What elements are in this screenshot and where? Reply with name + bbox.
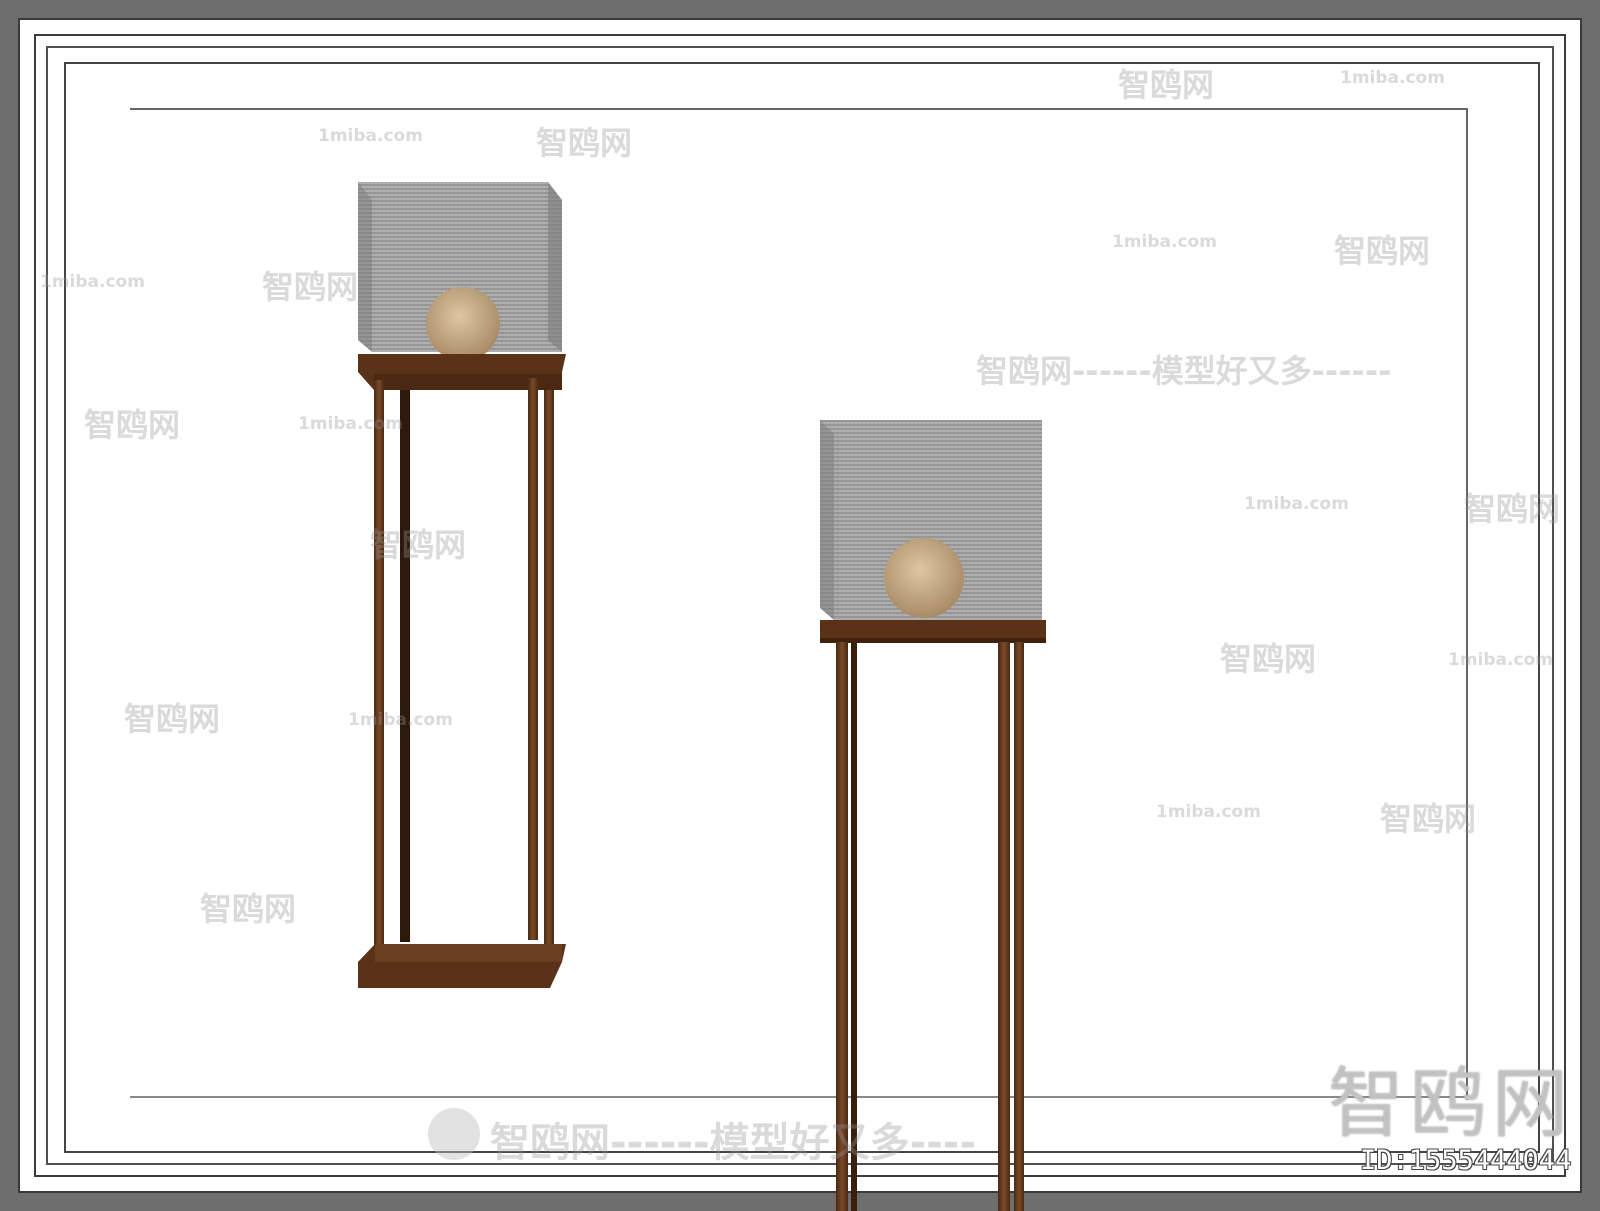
leg <box>544 390 554 950</box>
leg <box>374 380 384 950</box>
lamp-render <box>358 182 1046 1211</box>
leg <box>1014 642 1024 1211</box>
corner-watermark-logo: 智鸥网 <box>1328 1059 1574 1148</box>
bulb <box>426 287 500 361</box>
leg <box>851 642 857 1211</box>
leg <box>836 642 848 1211</box>
floor-lamp-right <box>820 420 1046 1211</box>
asset-id-label: ID:1555444044 <box>1360 1145 1572 1176</box>
leg <box>400 390 410 942</box>
floor-lamp-left <box>358 182 566 988</box>
watermark-logo-icon <box>428 1108 480 1160</box>
bulb <box>884 538 964 618</box>
leg <box>528 378 538 940</box>
leg <box>998 642 1010 1211</box>
